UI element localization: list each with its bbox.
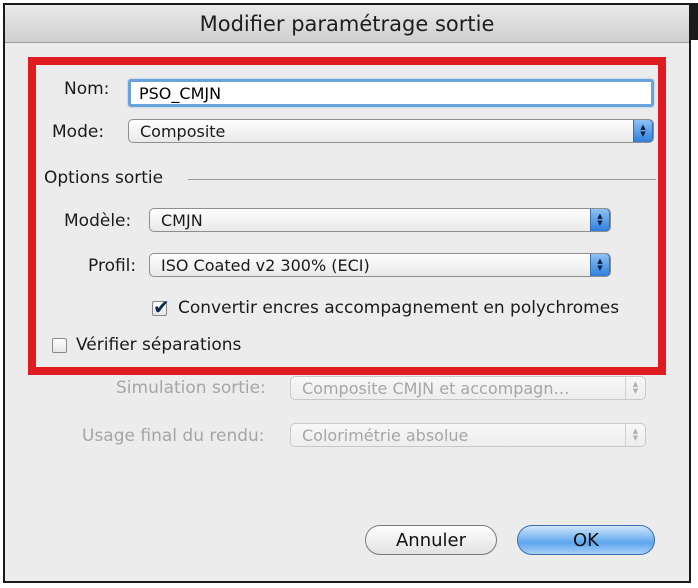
simulation-popup-value: Composite CMJN et accompagn… bbox=[302, 379, 570, 398]
titlebar-edge bbox=[689, 3, 698, 40]
rendering-intent-label: Usage final du rendu: bbox=[82, 426, 265, 446]
rendering-intent-popup[interactable]: Colorimétrie absolue ▲ ▼ bbox=[290, 423, 646, 447]
cancel-button[interactable]: Annuler bbox=[365, 525, 497, 555]
mode-popup[interactable]: Composite ▲ ▼ bbox=[128, 119, 654, 143]
window-title: Modifier paramétrage sortie bbox=[199, 11, 495, 36]
checkmark-icon: ✔ bbox=[153, 295, 170, 319]
simulation-label: Simulation sortie: bbox=[116, 378, 266, 398]
mode-label: Mode: bbox=[52, 122, 105, 142]
output-options-heading: Options sortie bbox=[44, 168, 164, 188]
convert-spot-checkbox[interactable]: ✔ bbox=[152, 295, 170, 319]
name-field[interactable] bbox=[128, 79, 654, 107]
popup-arrows-icon: ▲ ▼ bbox=[633, 120, 653, 142]
window-titlebar: Modifier paramétrage sortie bbox=[5, 5, 689, 43]
section-divider bbox=[188, 179, 656, 180]
rendering-intent-popup-value: Colorimétrie absolue bbox=[302, 426, 469, 445]
verify-separations-checkbox[interactable] bbox=[52, 338, 67, 353]
convert-spot-label: Convertir encres accompagnement en polyc… bbox=[178, 298, 620, 318]
profile-label: Profil: bbox=[88, 256, 137, 276]
model-popup[interactable]: CMJN ▲ ▼ bbox=[149, 208, 611, 232]
popup-arrows-icon: ▲ ▼ bbox=[625, 377, 645, 399]
model-label: Modèle: bbox=[64, 211, 132, 231]
model-popup-value: CMJN bbox=[161, 211, 203, 230]
popup-arrows-icon: ▲ ▼ bbox=[590, 209, 610, 231]
verify-separations-label: Vérifier séparations bbox=[76, 335, 242, 355]
simulation-popup[interactable]: Composite CMJN et accompagn… ▲ ▼ bbox=[290, 376, 646, 400]
mode-popup-value: Composite bbox=[140, 122, 226, 141]
ok-button[interactable]: OK bbox=[517, 525, 655, 555]
name-label: Nom: bbox=[64, 79, 110, 99]
profile-popup[interactable]: ISO Coated v2 300% (ECI) ▲ ▼ bbox=[149, 253, 611, 277]
popup-arrows-icon: ▲ ▼ bbox=[590, 254, 610, 276]
profile-popup-value: ISO Coated v2 300% (ECI) bbox=[161, 256, 370, 275]
popup-arrows-icon: ▲ ▼ bbox=[625, 424, 645, 446]
